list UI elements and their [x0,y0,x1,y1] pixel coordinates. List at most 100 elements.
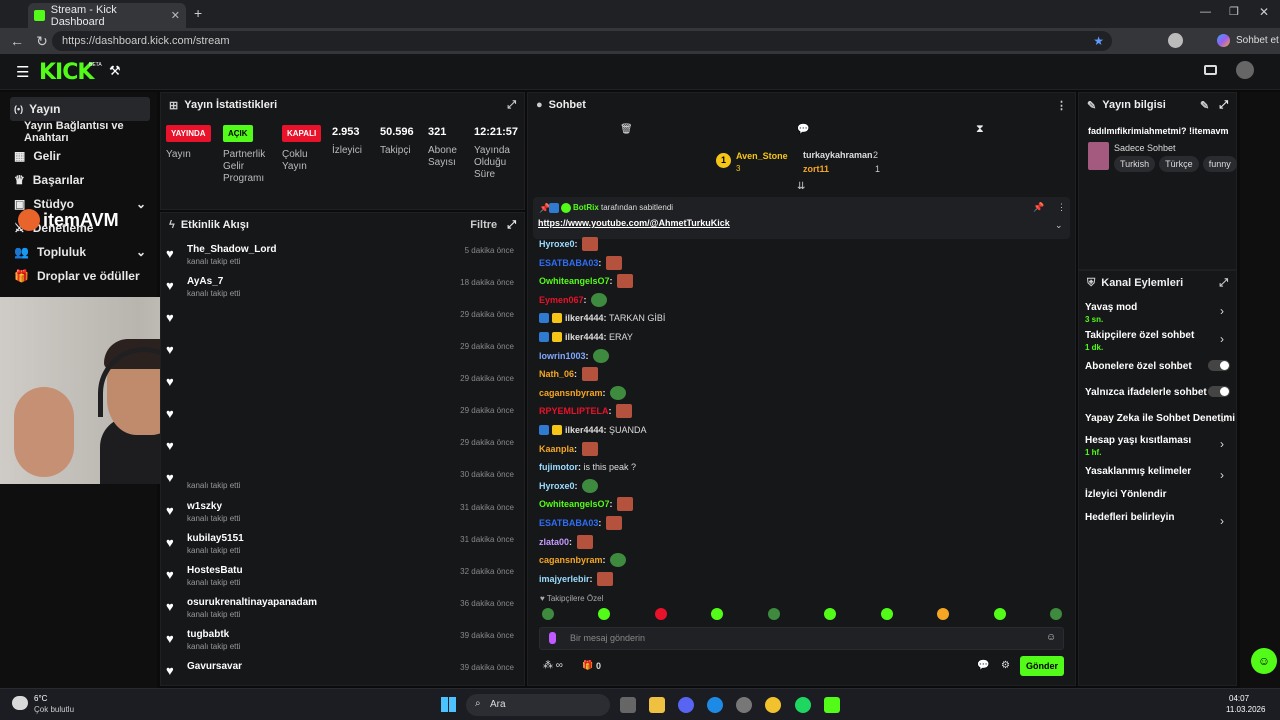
chat-message[interactable]: ilker4444: ERAY [539,330,633,344]
chat-message[interactable]: cagansnbyram: [539,553,627,568]
channel-action-item[interactable]: İzleyici Yönlendir [1085,489,1167,500]
predictions-icon[interactable]: ⁂ ∞ [543,660,563,671]
chat-message[interactable]: lowrin1003: [539,348,610,363]
filter-button[interactable]: Filtre [470,219,497,231]
more-icon[interactable]: ⋮ [1057,202,1066,213]
copilot-icon[interactable] [1217,34,1230,47]
chat-username[interactable]: ESATBABA03 [539,258,598,268]
chevron-right-icon[interactable]: › [1220,304,1224,318]
weather-desc[interactable]: Çok bulutlu [34,705,74,714]
emote-button[interactable] [881,608,893,620]
chat-username[interactable]: OwhiteangelsO7 [539,276,610,286]
activity-item[interactable]: ♥ Gavursavar 39 dakika önce [166,661,518,691]
emote-button[interactable] [994,608,1006,620]
chat-username[interactable]: ilker4444 [565,425,604,435]
pinned-link[interactable]: https://www.youtube.com/@AhmetTurkuKick [538,218,730,228]
profile-avatar[interactable] [1168,33,1183,48]
chat-username[interactable]: lowrin1003 [539,351,586,361]
windows-start-icon[interactable] [441,697,456,712]
emote-button[interactable] [598,608,610,620]
user-avatar[interactable] [1236,61,1254,79]
chat-username[interactable]: ilker4444 [565,313,604,323]
sidebar-item-gelir[interactable]: ▦ Gelir [10,144,150,168]
chat-message[interactable]: OwhiteangelsO7: [539,497,634,512]
chat-bubble-icon[interactable]: 💬 [797,124,809,135]
sidebar-item-stream-key[interactable]: Yayın Bağlantısı ve Anahtarı [20,120,157,144]
file-explorer-icon[interactable] [649,697,665,713]
channel-action-item[interactable]: Yavaş mod 3 sn. [1085,302,1137,324]
channel-action-item[interactable]: Takipçilere özel sohbet 1 dk. [1085,330,1194,352]
chevron-down-icon[interactable]: ⌄ [1055,220,1063,231]
activity-item[interactable]: ♥ AyAs_7 kanalı takip etti 18 dakika önce [166,276,518,306]
emote-button[interactable] [711,608,723,620]
activity-item[interactable]: ♥ 29 dakika önce [166,436,518,466]
activity-item[interactable]: ♥ 29 dakika önce [166,340,518,370]
activity-item[interactable]: ♥ kanalı takip etti 30 dakika önce [166,468,518,498]
chat-username[interactable]: cagansnbyram [539,388,603,398]
edit-icon[interactable]: ✎ [1200,99,1209,112]
emote-button[interactable] [824,608,836,620]
close-tab-icon[interactable]: ✕ [171,9,180,22]
chat-username[interactable]: Nath_06 [539,369,574,379]
chevron-right-icon[interactable]: › [1220,514,1224,528]
activity-item[interactable]: ♥ 29 dakika önce [166,308,518,338]
tag[interactable]: funny [1202,156,1237,172]
clock-time[interactable]: 04:07 [1229,694,1249,703]
sidebar-item-topluluk[interactable]: 👥 Topluluk ⌄ [10,240,150,264]
chrome-icon[interactable] [765,697,781,713]
toggle-switch[interactable] [1208,360,1230,371]
clock-date[interactable]: 11.03.2026 [1226,705,1265,714]
popout-icon[interactable]: ⤢ [1219,99,1228,112]
weather-temp[interactable]: 6°C [34,694,47,703]
emote-button[interactable] [937,608,949,620]
close-window-icon[interactable]: ✕ [1259,5,1269,19]
chat-message[interactable]: Kaanpla: [539,441,598,456]
chat-username[interactable]: Kaanpla [539,444,574,454]
hammer-icon[interactable]: ⚒ [109,63,121,79]
channel-action-item[interactable]: Abonelere özel sohbet [1085,361,1192,372]
obs-icon[interactable] [736,697,752,713]
chat-username[interactable]: RPYEMLIPTELA [539,406,609,416]
chevron-right-icon[interactable]: › [1220,437,1224,451]
help-icon[interactable]: ☺ [1251,648,1277,674]
maximize-icon[interactable]: ❐ [1229,5,1239,18]
menu-icon[interactable]: ☰ [16,63,29,81]
chat-message[interactable]: zlata00: [539,534,593,549]
kick-logo[interactable]: KICK [39,60,94,85]
sidebar-item-droplar[interactable]: 🎁 Droplar ve ödüller [10,264,150,288]
chat-username[interactable]: OwhiteangelsO7 [539,499,610,509]
activity-item[interactable]: ♥ osurukrenaltinayapanadam kanalı takip et… [166,597,518,627]
chevron-right-icon[interactable]: › [1220,332,1224,346]
reload-icon[interactable]: ↻ [34,33,50,50]
tag[interactable]: Türkçe [1159,156,1199,172]
chat-message[interactable]: RPYEMLIPTELA: [539,404,633,419]
task-view-icon[interactable] [620,697,636,713]
chat-message[interactable]: cagansnbyram: [539,385,627,400]
sidebar-item-basarilar[interactable]: ♛ Başarılar [10,168,150,192]
kick-app-icon[interactable] [824,697,840,713]
emote-button[interactable] [768,608,780,620]
theater-icon[interactable] [1204,65,1217,75]
channel-action-item[interactable]: Yapay Zeka ile Sohbet Denetimi [1085,413,1235,424]
emote-button[interactable] [1050,608,1062,620]
chat-username[interactable]: fujimotor [539,462,578,472]
chat-username[interactable]: Eymen067 [539,295,584,305]
browser-tab[interactable]: Stream - Kick Dashboard ✕ [28,3,186,28]
popout-icon[interactable]: ⤢ [1219,277,1228,290]
favorite-star-icon[interactable]: ★ [1093,34,1104,48]
popout-icon[interactable]: ⤢ [507,99,516,112]
taskbar-search[interactable]: ⌕ Ara [466,694,610,716]
activity-item[interactable]: ♥ w1szky kanalı takip etti 31 dakika önce [166,501,518,531]
emoji-icon[interactable]: ☺ [1046,632,1056,643]
chat-username[interactable]: Hyroxe0 [539,239,575,249]
popout-icon[interactable]: ⤢ [507,219,516,232]
chat-message[interactable]: ilker4444: ŞUANDA [539,423,647,437]
toggle-switch[interactable] [1208,386,1230,397]
chat-username[interactable]: cagansnbyram [539,555,603,565]
settings-gear-icon[interactable]: ⚙ [1001,660,1010,671]
mic-icon[interactable] [549,632,556,644]
chat-username[interactable]: imajyerlebir [539,574,590,584]
chat-username[interactable]: Hyroxe0 [539,481,575,491]
edge-icon[interactable] [707,697,723,713]
external-link-icon[interactable]: ⤢ [1221,413,1228,424]
